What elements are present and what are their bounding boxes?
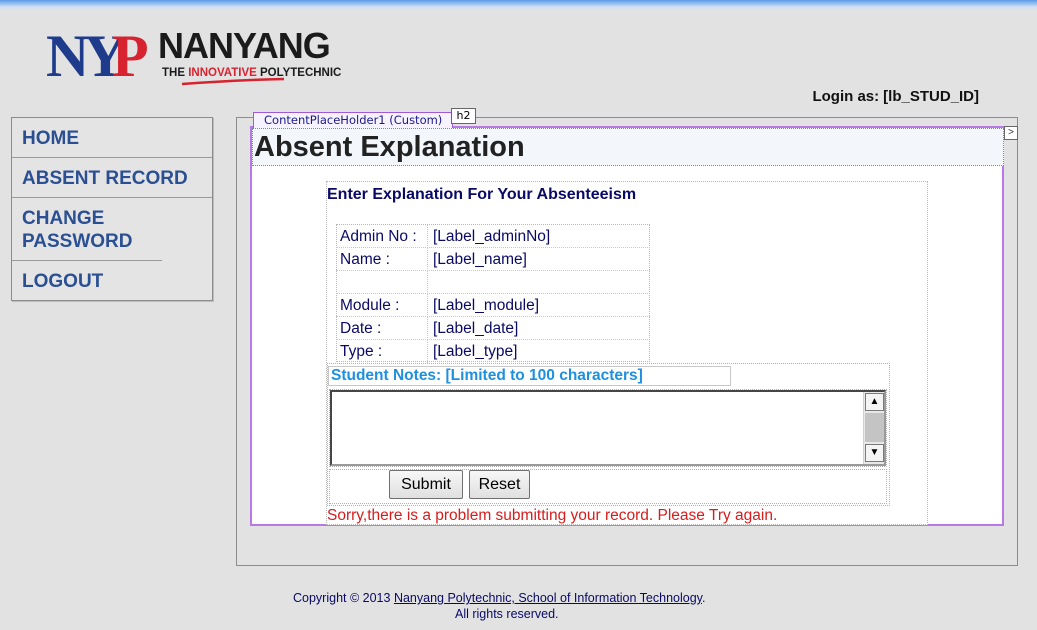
sidebar-item-logout[interactable]: LOGOUT xyxy=(12,261,212,300)
cell-divider xyxy=(427,225,428,248)
school-link[interactable]: Nanyang Polytechnic, School of Informati… xyxy=(394,591,702,605)
textarea-scrollbar[interactable]: ▲ ▼ xyxy=(863,392,884,464)
top-gradient-strip xyxy=(0,0,1037,10)
info-value: [Label_name] xyxy=(433,251,527,268)
sidebar-item-absent-record[interactable]: ABSENT RECORD xyxy=(12,158,212,198)
info-row-name: Name : [Label_name] xyxy=(336,248,650,271)
info-value: [Label_adminNo] xyxy=(433,228,551,245)
cell-divider xyxy=(427,248,428,271)
student-notes-textarea[interactable] xyxy=(330,390,886,466)
sidebar-item-home[interactable]: HOME xyxy=(12,118,212,158)
svg-text:THE INNOVATIVE POLYTECHNIC: THE INNOVATIVE POLYTECHNIC xyxy=(162,67,341,79)
info-value: [Label_module] xyxy=(433,297,539,314)
login-student-id: [lb_STUD_ID] xyxy=(883,88,979,105)
svg-text:P: P xyxy=(112,23,149,89)
copyright-suffix: . xyxy=(702,591,706,605)
info-row-module: Module : [Label_module] xyxy=(336,294,650,317)
cell-divider xyxy=(427,317,428,340)
login-label: Login as: xyxy=(812,88,880,105)
cell-divider xyxy=(427,340,428,363)
info-label: Type : xyxy=(340,343,383,360)
info-label: Module : xyxy=(340,297,400,314)
error-message: Sorry,there is a problem submitting your… xyxy=(327,507,778,524)
page-title: Absent Explanation xyxy=(254,131,525,163)
notes-label: Student Notes: [Limited to 100 character… xyxy=(331,367,643,384)
info-row-type: Type : [Label_type] xyxy=(336,340,650,363)
expand-arrow-icon[interactable]: > xyxy=(1004,126,1018,140)
sidebar-item-change-password[interactable]: CHANGE PASSWORD xyxy=(12,198,162,261)
cell-divider xyxy=(427,271,428,294)
submit-button[interactable]: Submit xyxy=(389,470,463,499)
info-label: Date : xyxy=(340,320,382,337)
content-placeholder-tab[interactable]: ContentPlaceHolder1 (Custom) xyxy=(253,112,454,128)
footer-copyright: Copyright © 2013 Nanyang Polytechnic, Sc… xyxy=(293,590,705,606)
svg-text:NANYANG: NANYANG xyxy=(158,25,330,66)
scroll-up-icon[interactable]: ▲ xyxy=(865,393,884,411)
info-row-date: Date : [Label_date] xyxy=(336,317,650,340)
info-value: [Label_date] xyxy=(433,320,519,337)
sidebar-menu: HOME ABSENT RECORD CHANGE PASSWORD LOGOU… xyxy=(11,117,213,301)
heading-tag-tab[interactable]: h2 xyxy=(451,108,476,124)
nyp-logo: NY P NANYANG THE INNOVATIVE POLYTECHNIC xyxy=(46,22,346,92)
heading-container: Absent Explanation xyxy=(252,128,1004,166)
reset-button[interactable]: Reset xyxy=(469,470,530,499)
info-label: Name : xyxy=(340,251,390,268)
info-row-admin-no: Admin No : [Label_adminNo] xyxy=(336,225,650,248)
login-status: Login as: [lb_STUD_ID] xyxy=(808,88,979,105)
copyright-prefix: Copyright © 2013 xyxy=(293,591,394,605)
info-row-blank xyxy=(336,271,650,294)
cell-divider xyxy=(427,294,428,317)
footer-rights: All rights reserved. xyxy=(455,607,559,621)
scroll-down-icon[interactable]: ▼ xyxy=(865,444,884,462)
info-label: Admin No : xyxy=(340,228,417,245)
form-title: Enter Explanation For Your Absenteeism xyxy=(327,186,637,203)
scroll-thumb[interactable] xyxy=(865,413,884,442)
info-value: [Label_type] xyxy=(433,343,518,360)
